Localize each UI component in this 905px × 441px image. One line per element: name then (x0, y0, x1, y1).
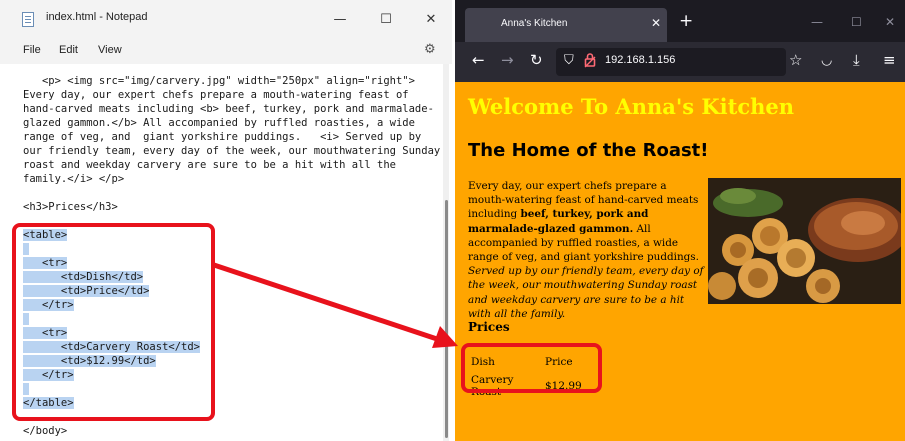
annotation-arrow (211, 262, 458, 348)
